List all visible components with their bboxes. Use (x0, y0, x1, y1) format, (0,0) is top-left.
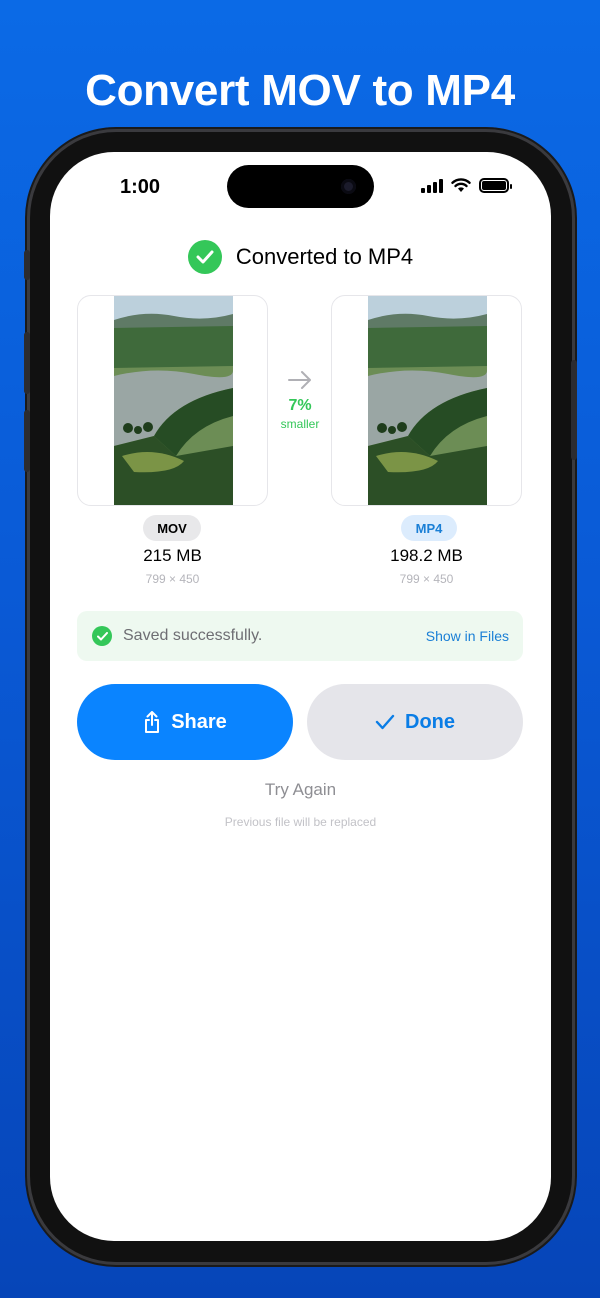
source-format-badge: MOV (143, 515, 201, 541)
status-icons (421, 178, 512, 193)
output-dimensions: 799 × 450 (399, 572, 454, 586)
replace-note: Previous file will be replaced (224, 815, 377, 829)
wifi-icon (451, 178, 471, 192)
show-in-files-link[interactable]: Show in Files (426, 628, 509, 644)
source-file-size: 215 MB (143, 546, 202, 565)
video-frame-image (114, 296, 233, 505)
done-button[interactable]: Done (307, 684, 523, 760)
share-button-label: Share (171, 710, 227, 733)
arrow-right-icon (288, 371, 311, 389)
battery-icon (479, 178, 512, 193)
cellular-signal-icon (421, 178, 443, 193)
saved-message: Saved successfully. (123, 627, 263, 644)
output-file-size: 198.2 MB (390, 546, 463, 565)
try-again-button[interactable]: Try Again (50, 780, 551, 800)
phone-side-button (571, 360, 577, 460)
status-time: 1:00 (120, 176, 161, 198)
conversion-title: Converted to MP4 (235, 244, 414, 269)
output-video-thumbnail[interactable] (331, 295, 522, 506)
front-camera-icon (341, 179, 356, 194)
done-button-label: Done (405, 710, 455, 733)
reduction-label: smaller (280, 417, 320, 431)
phone-side-button (24, 250, 30, 280)
size-reduction-indicator: 7% smaller (274, 370, 326, 431)
source-video-thumbnail[interactable] (77, 295, 268, 506)
video-frame-image (368, 296, 487, 505)
dynamic-island (227, 165, 374, 208)
phone-side-button (24, 410, 30, 472)
conversion-status: Converted to MP4 (50, 240, 551, 274)
success-check-icon (187, 240, 222, 274)
checkmark-icon (375, 714, 395, 730)
output-format-badge: MP4 (401, 515, 457, 541)
promo-headline: Convert MOV to MP4 (85, 66, 515, 115)
share-button[interactable]: Share (77, 684, 293, 760)
app-screen: 1:00 Converted to MP4 7% smaller MOV MP4… (50, 152, 551, 1241)
share-icon (145, 711, 160, 733)
phone-side-button (24, 332, 30, 394)
reduction-percent: 7% (288, 397, 312, 414)
saved-check-icon (92, 626, 112, 646)
source-dimensions: 799 × 450 (145, 572, 200, 586)
saved-banner: Saved successfully. Show in Files (77, 611, 523, 661)
